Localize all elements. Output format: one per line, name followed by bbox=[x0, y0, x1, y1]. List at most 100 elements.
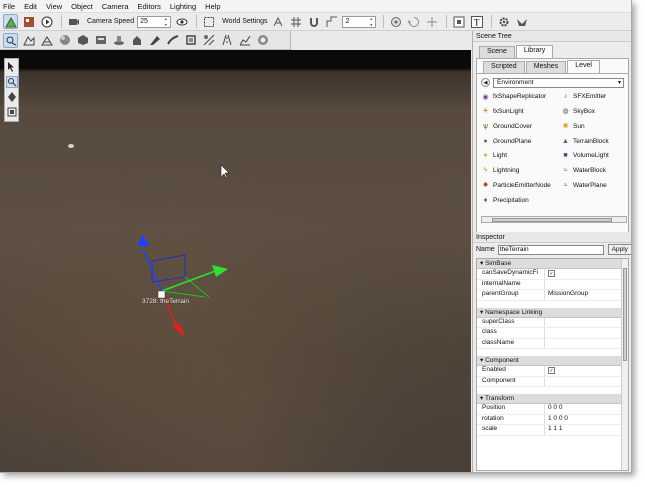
fit-view-icon[interactable] bbox=[451, 14, 466, 29]
library-item[interactable]: ѱ GroundCover bbox=[481, 121, 561, 132]
library-item[interactable]: ● Light bbox=[481, 150, 561, 161]
y-axis-arrow[interactable] bbox=[212, 265, 228, 277]
property-value[interactable]: MissionGroup bbox=[545, 290, 588, 300]
sketch-icon[interactable] bbox=[237, 33, 252, 48]
library-item[interactable]: ■ VolumeLight bbox=[561, 150, 630, 161]
property-value[interactable] bbox=[545, 377, 548, 387]
camera-icon[interactable] bbox=[66, 14, 81, 29]
3d-viewport[interactable] bbox=[0, 50, 471, 473]
menu-file[interactable]: File bbox=[3, 2, 15, 11]
camera-speed-input[interactable]: 25 bbox=[137, 15, 172, 28]
property-value[interactable]: 1 0 0 0 bbox=[545, 415, 568, 425]
library-item[interactable]: ♦ Precipitation bbox=[481, 195, 561, 206]
property-value[interactable] bbox=[545, 339, 548, 349]
particle-editor-icon[interactable] bbox=[255, 33, 270, 48]
settings-gear-icon[interactable] bbox=[496, 14, 511, 29]
library-item[interactable]: ◍ SkyBox bbox=[561, 106, 630, 117]
back-arrow-icon[interactable]: ◀ bbox=[481, 78, 490, 87]
pointer-tool-icon[interactable] bbox=[6, 61, 18, 73]
property-value[interactable] bbox=[545, 318, 548, 328]
road-icon[interactable] bbox=[219, 33, 234, 48]
library-item[interactable]: ϟ Lightning bbox=[481, 165, 561, 176]
move-icon[interactable] bbox=[424, 14, 439, 29]
name-field[interactable] bbox=[497, 244, 604, 255]
library-item[interactable]: ≈ WaterBlock bbox=[561, 165, 630, 176]
mesh-road-icon[interactable] bbox=[147, 33, 162, 48]
material-icon[interactable] bbox=[57, 33, 72, 48]
library-item[interactable]: ☀ fxSunLight bbox=[481, 106, 561, 117]
forest-icon[interactable] bbox=[129, 33, 144, 48]
property-name: rotation bbox=[477, 414, 545, 424]
shape-icon[interactable] bbox=[75, 33, 90, 48]
menu-edit[interactable]: Edit bbox=[24, 2, 37, 11]
transform-gizmo[interactable] bbox=[0, 50, 471, 473]
checkmark-icon[interactable]: ✓ bbox=[548, 367, 555, 374]
library-item[interactable]: ✺ Sun bbox=[561, 121, 630, 132]
menu-help[interactable]: Help bbox=[205, 2, 220, 11]
property-checkbox[interactable]: ✓ bbox=[545, 366, 555, 376]
property-group-header[interactable]: ▾ Transform bbox=[477, 394, 628, 404]
library-item[interactable]: ♪ SFXEmitter bbox=[561, 91, 630, 102]
library-item[interactable]: ▲ TerrainBlock bbox=[561, 135, 630, 146]
snap-icon[interactable] bbox=[270, 14, 285, 29]
grid-snap-icon[interactable] bbox=[288, 14, 303, 29]
snap-value-input[interactable]: 2 bbox=[342, 15, 377, 28]
light-marker[interactable] bbox=[68, 144, 74, 148]
property-group-header[interactable]: ▾ Namespace Linking bbox=[477, 307, 628, 318]
decal-icon[interactable] bbox=[111, 33, 126, 48]
x-axis-arrow[interactable] bbox=[172, 322, 186, 338]
menu-lighting[interactable]: Lighting bbox=[170, 2, 196, 11]
convex-icon[interactable] bbox=[183, 33, 198, 48]
world-editor-icon[interactable] bbox=[3, 14, 18, 29]
move-gizmo-icon[interactable] bbox=[6, 91, 18, 103]
drop-at-icon[interactable] bbox=[388, 14, 403, 29]
menu-object[interactable]: Object bbox=[71, 2, 93, 11]
magnet-icon[interactable] bbox=[306, 14, 321, 29]
editor-settings-icon[interactable] bbox=[514, 14, 529, 29]
select-object-icon[interactable] bbox=[5, 76, 18, 88]
rotate-icon[interactable] bbox=[406, 14, 421, 29]
object-select-icon[interactable] bbox=[201, 14, 216, 29]
terrain-paint-icon[interactable] bbox=[39, 33, 54, 48]
volumelight-icon: ■ bbox=[563, 152, 568, 160]
scale-gizmo-icon[interactable] bbox=[6, 106, 18, 118]
property-group-header[interactable]: ▾ SimBase bbox=[477, 259, 628, 269]
library-item[interactable]: ◉ fxShapeReplicator bbox=[481, 91, 561, 102]
text-icon[interactable]: T bbox=[469, 14, 484, 29]
tab-meshes[interactable]: Meshes bbox=[525, 61, 567, 73]
property-value[interactable] bbox=[545, 328, 548, 338]
menu-camera[interactable]: Camera bbox=[102, 2, 129, 11]
property-value[interactable]: 0 0 0 bbox=[545, 404, 562, 414]
z-axis-arrow[interactable] bbox=[137, 234, 149, 246]
gizmo-center-handle[interactable] bbox=[157, 290, 166, 299]
tab-scene[interactable]: Scene bbox=[479, 46, 515, 58]
category-dropdown[interactable]: Environment bbox=[493, 77, 624, 88]
river-icon[interactable] bbox=[165, 33, 180, 48]
eye-icon[interactable] bbox=[174, 14, 189, 29]
tab-library[interactable]: Library bbox=[515, 45, 554, 58]
tab-level[interactable]: Level bbox=[567, 60, 600, 73]
library-item[interactable]: ≈ WaterPlane bbox=[561, 180, 630, 191]
property-value[interactable]: 1 1 1 bbox=[545, 425, 562, 435]
apply-button[interactable]: Apply bbox=[607, 244, 631, 255]
checkmark-icon[interactable]: ✓ bbox=[548, 270, 555, 277]
library-hscrollbar[interactable] bbox=[481, 216, 627, 223]
tab-scripted[interactable]: Scripted bbox=[483, 61, 525, 73]
bounds-snap-icon[interactable] bbox=[324, 14, 339, 29]
terrain-tool-icon[interactable] bbox=[21, 33, 36, 48]
gui-editor-icon[interactable] bbox=[21, 14, 36, 29]
play-game-icon[interactable] bbox=[39, 14, 54, 29]
menu-view[interactable]: View bbox=[46, 2, 62, 11]
property-value[interactable] bbox=[545, 280, 548, 290]
navmesh-icon[interactable] bbox=[201, 33, 216, 48]
library-item[interactable]: ✸ ParticleEmitterNode bbox=[481, 180, 561, 191]
library-item[interactable]: ● GroundPlane bbox=[481, 135, 561, 146]
property-group-header[interactable]: ▾ Component bbox=[477, 356, 628, 366]
menu-editors[interactable]: Editors bbox=[138, 2, 161, 11]
datablock-icon[interactable] bbox=[93, 33, 108, 48]
property-checkbox[interactable]: ✓ bbox=[545, 269, 555, 279]
inspector-vscrollbar[interactable] bbox=[621, 259, 628, 470]
select-tool-icon[interactable] bbox=[3, 32, 18, 48]
world-settings-label[interactable]: World Settings bbox=[222, 18, 267, 25]
